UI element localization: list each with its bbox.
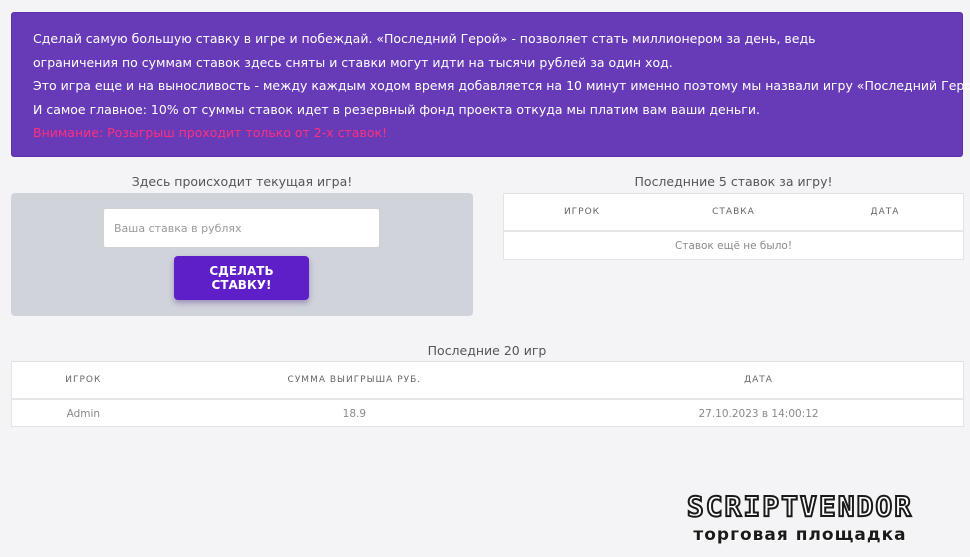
- current-game-panel: СДЕЛАТЬ СТАВКУ!: [11, 193, 473, 316]
- last-games-table: ИГРОК СУММА ВЫИГРЫША РУБ. ДАТА Admin 18.…: [11, 361, 964, 427]
- last-bets-table: ИГРОК СТАВКА ДАТА Ставок ещё не было!: [503, 193, 964, 260]
- info-banner: Сделай самую большую ставку в игре и поб…: [11, 12, 970, 157]
- banner-warning: Внимание: Розыгрыш проходит только от 2-…: [33, 125, 388, 140]
- last-bets-title: Последнние 5 ставок за игру!: [634, 174, 833, 189]
- winner-player[interactable]: Admin: [12, 399, 155, 428]
- banner-line-3: Это игра еще и на выносливость - между к…: [33, 78, 970, 93]
- last-games-header-row: ИГРОК СУММА ВЫИГРЫША РУБ. ДАТА: [12, 362, 963, 400]
- game-date: 27.10.2023 в 14:00:12: [698, 408, 819, 420]
- column-header-bet: СТАВКА: [660, 194, 807, 232]
- watermark-subtitle: торговая площадка: [693, 525, 907, 545]
- banner-line-2: ограничения по суммам ставок здесь сняты…: [33, 54, 673, 70]
- banner-line-4: И самое главное: 10% от суммы ставок иде…: [33, 101, 760, 117]
- bet-amount-input[interactable]: [103, 208, 380, 248]
- scriptvendor-watermark: SCRIPTVENDOR торговая площадка: [640, 489, 960, 550]
- column-header-player: ИГРОК: [12, 362, 155, 400]
- last-bets-header-row: ИГРОК СТАВКА ДАТА: [504, 194, 963, 232]
- watermark-logo: SCRIPTVENDOR: [686, 489, 914, 524]
- banner-line-1: Сделай самую большую ставку в игре и поб…: [33, 31, 816, 46]
- place-bet-button[interactable]: СДЕЛАТЬ СТАВКУ!: [174, 256, 309, 300]
- win-amount: 18.9: [342, 408, 367, 420]
- column-header-win-amount: СУММА ВЫИГРЫША РУБ.: [154, 362, 555, 400]
- table-row: Admin 18.9 27.10.2023 в 14:00:12: [12, 399, 963, 428]
- last-games-title: Последние 20 игр: [427, 343, 547, 358]
- column-header-player: ИГРОК: [504, 194, 661, 232]
- empty-bets-message: Ставок ещё не было!: [674, 240, 793, 252]
- current-game-title: Здесь происходит текущая игра!: [131, 174, 353, 189]
- table-row: Ставок ещё не было!: [504, 231, 963, 260]
- column-header-date: ДАТА: [806, 194, 963, 232]
- column-header-date: ДАТА: [554, 362, 963, 400]
